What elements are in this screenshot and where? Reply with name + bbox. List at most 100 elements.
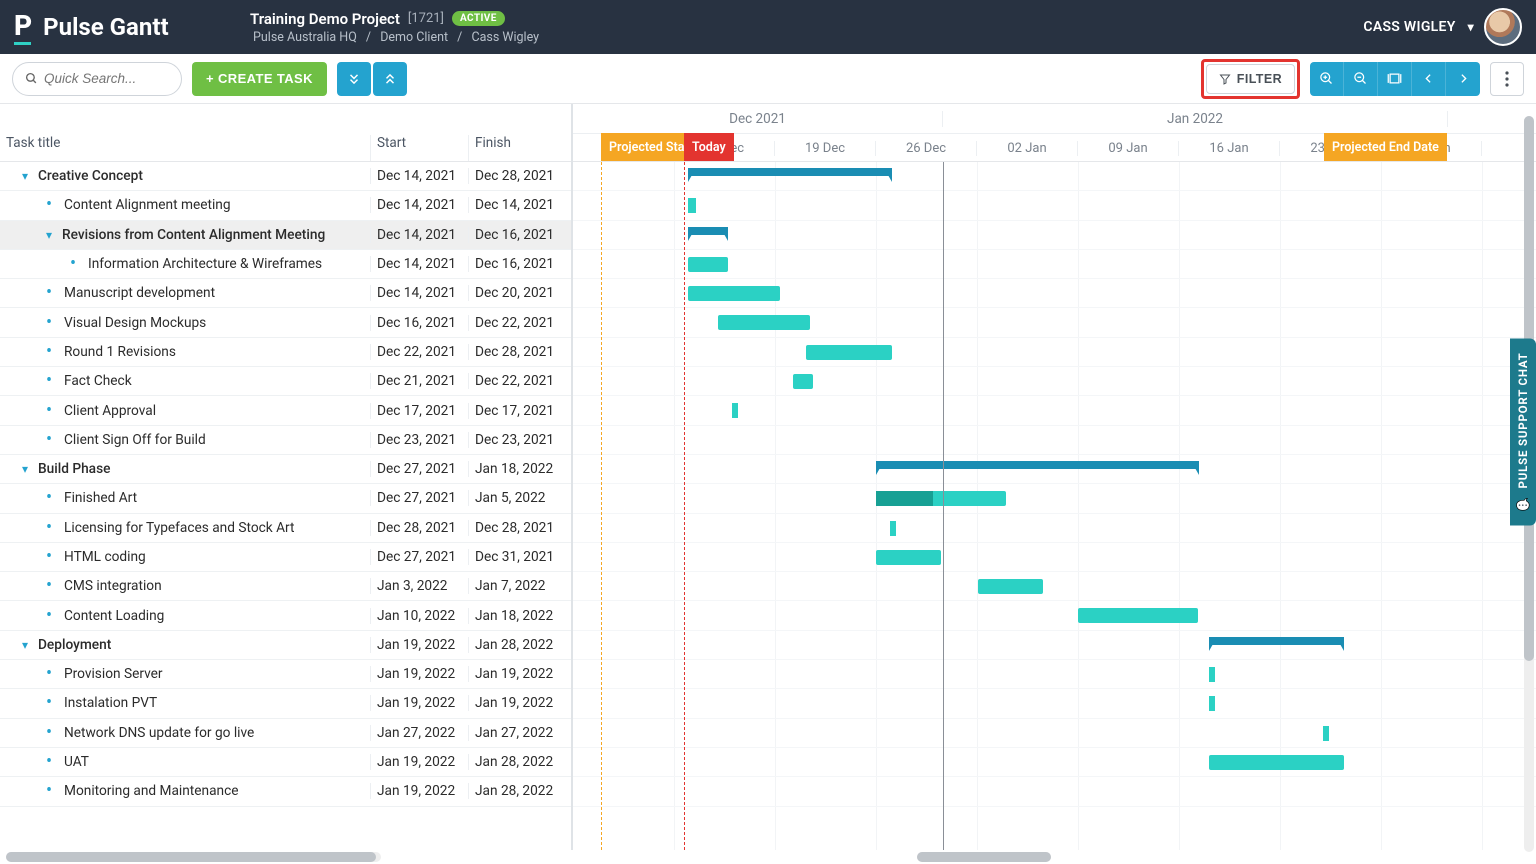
task-row[interactable]: •Licensing for Typefaces and Stock ArtDe… xyxy=(0,514,571,543)
summary-bar[interactable] xyxy=(1209,637,1344,645)
col-start-header[interactable]: Start xyxy=(370,135,468,161)
task-row[interactable]: ▾Build PhaseDec 27, 2021Jan 18, 2022 xyxy=(0,455,571,484)
expand-toggle-icon[interactable]: ▾ xyxy=(18,462,32,476)
task-title[interactable]: Client Sign Off for Build xyxy=(64,432,206,448)
expand-toggle-icon[interactable]: ▾ xyxy=(42,228,56,242)
gantt-row[interactable] xyxy=(573,250,1536,279)
filter-button[interactable]: FILTER xyxy=(1206,64,1295,94)
task-row[interactable]: •Manuscript developmentDec 14, 2021Dec 2… xyxy=(0,279,571,308)
zoom-in-button[interactable] xyxy=(1310,62,1344,96)
task-row[interactable]: •Instalation PVTJan 19, 2022Jan 19, 2022 xyxy=(0,689,571,718)
task-row[interactable]: •UATJan 19, 2022Jan 28, 2022 xyxy=(0,748,571,777)
task-row[interactable]: •Round 1 RevisionsDec 22, 2021Dec 28, 20… xyxy=(0,338,571,367)
task-bar[interactable] xyxy=(688,257,728,272)
task-title[interactable]: Provision Server xyxy=(64,666,163,682)
h-scrollbar-left[interactable] xyxy=(6,852,381,862)
task-row[interactable]: ▾Creative ConceptDec 14, 2021Dec 28, 202… xyxy=(0,162,571,191)
gantt-pane[interactable]: Dec 2021Jan 2022 05 Dec12 Dec19 Dec26 De… xyxy=(573,104,1536,850)
support-chat-tab[interactable]: 💬 PULSE SUPPORT CHAT xyxy=(1510,339,1536,526)
task-bar[interactable] xyxy=(876,491,1006,506)
next-button[interactable] xyxy=(1446,62,1480,96)
task-title[interactable]: Monitoring and Maintenance xyxy=(64,783,239,799)
task-title[interactable]: Visual Design Mockups xyxy=(64,315,206,331)
user-menu[interactable]: CASS WIGLEY ▾ xyxy=(1363,8,1522,46)
task-row[interactable]: •Content Alignment meetingDec 14, 2021De… xyxy=(0,191,571,220)
gantt-row[interactable] xyxy=(573,221,1536,250)
app-logo[interactable]: P Pulse Gantt xyxy=(14,9,234,45)
milestone-marker[interactable] xyxy=(1323,726,1329,741)
task-row[interactable]: •Fact CheckDec 21, 2021Dec 22, 2021 xyxy=(0,367,571,396)
task-rows[interactable]: ▾Creative ConceptDec 14, 2021Dec 28, 202… xyxy=(0,162,571,850)
zoom-out-button[interactable] xyxy=(1344,62,1378,96)
task-title[interactable]: CMS integration xyxy=(64,578,162,594)
task-row[interactable]: ▾DeploymentJan 19, 2022Jan 28, 2022 xyxy=(0,631,571,660)
task-bar[interactable] xyxy=(978,579,1043,594)
milestone-marker[interactable] xyxy=(688,198,696,213)
milestone-marker[interactable] xyxy=(732,403,738,418)
task-title[interactable]: Information Architecture & Wireframes xyxy=(88,256,322,272)
task-title[interactable]: Licensing for Typefaces and Stock Art xyxy=(64,520,295,536)
task-bar[interactable] xyxy=(876,550,941,565)
gantt-row[interactable] xyxy=(573,367,1536,396)
task-title[interactable]: Finished Art xyxy=(64,490,137,506)
collapse-all-button[interactable] xyxy=(373,62,407,96)
task-row[interactable]: •Visual Design MockupsDec 16, 2021Dec 22… xyxy=(0,308,571,337)
expand-all-button[interactable] xyxy=(337,62,371,96)
task-title[interactable]: HTML coding xyxy=(64,549,146,565)
task-title[interactable]: Content Alignment meeting xyxy=(64,197,231,213)
task-title[interactable]: Network DNS update for go live xyxy=(64,725,254,741)
gantt-row[interactable] xyxy=(573,660,1536,689)
breadcrumb-item[interactable]: Pulse Australia HQ xyxy=(253,30,357,45)
expand-toggle-icon[interactable]: ▾ xyxy=(18,638,32,652)
gantt-row[interactable] xyxy=(573,308,1536,337)
task-title[interactable]: Deployment xyxy=(38,637,111,653)
task-title[interactable]: Instalation PVT xyxy=(64,695,157,711)
gantt-row[interactable] xyxy=(573,777,1536,806)
task-row[interactable]: •Content LoadingJan 10, 2022Jan 18, 2022 xyxy=(0,601,571,630)
avatar[interactable] xyxy=(1484,8,1522,46)
prev-button[interactable] xyxy=(1412,62,1446,96)
gantt-row[interactable] xyxy=(573,572,1536,601)
task-bar[interactable] xyxy=(718,315,810,330)
task-row[interactable]: •Finished ArtDec 27, 2021Jan 5, 2022 xyxy=(0,484,571,513)
gantt-body[interactable] xyxy=(573,162,1536,850)
more-menu-button[interactable] xyxy=(1490,62,1524,96)
task-row[interactable]: •Network DNS update for go liveJan 27, 2… xyxy=(0,719,571,748)
task-title[interactable]: Client Approval xyxy=(64,403,156,419)
task-title[interactable]: UAT xyxy=(64,754,89,770)
task-row[interactable]: •Provision ServerJan 19, 2022Jan 19, 202… xyxy=(0,660,571,689)
milestone-marker[interactable] xyxy=(1209,667,1215,682)
gantt-row[interactable] xyxy=(573,543,1536,572)
breadcrumb[interactable]: Pulse Australia HQ / Demo Client / Cass … xyxy=(250,30,542,45)
gantt-row[interactable] xyxy=(573,279,1536,308)
h-scrollbar-right[interactable] xyxy=(917,852,1051,862)
task-row[interactable]: •Client ApprovalDec 17, 2021Dec 17, 2021 xyxy=(0,396,571,425)
search-input[interactable] xyxy=(44,71,169,86)
task-row[interactable]: •CMS integrationJan 3, 2022Jan 7, 2022 xyxy=(0,572,571,601)
gantt-row[interactable] xyxy=(573,426,1536,455)
search-box[interactable] xyxy=(12,62,182,96)
milestone-marker[interactable] xyxy=(890,521,896,536)
task-bar[interactable] xyxy=(793,374,813,389)
summary-bar[interactable] xyxy=(688,227,728,235)
gantt-row[interactable] xyxy=(573,162,1536,191)
gantt-row[interactable] xyxy=(573,396,1536,425)
project-name[interactable]: Training Demo Project xyxy=(250,10,400,28)
task-row[interactable]: •Information Architecture & WireframesDe… xyxy=(0,250,571,279)
zoom-fit-button[interactable] xyxy=(1378,62,1412,96)
milestone-marker[interactable] xyxy=(1209,696,1215,711)
task-title[interactable]: Manuscript development xyxy=(64,285,215,301)
summary-bar[interactable] xyxy=(688,168,892,176)
gantt-row[interactable] xyxy=(573,631,1536,660)
task-title[interactable]: Build Phase xyxy=(38,461,110,477)
gantt-row[interactable] xyxy=(573,338,1536,367)
breadcrumb-item[interactable]: Demo Client xyxy=(380,30,448,45)
gantt-row[interactable] xyxy=(573,191,1536,220)
gantt-row[interactable] xyxy=(573,601,1536,630)
gantt-row[interactable] xyxy=(573,748,1536,777)
breadcrumb-item[interactable]: Cass Wigley xyxy=(471,30,539,45)
task-bar[interactable] xyxy=(1209,755,1344,770)
summary-bar[interactable] xyxy=(876,461,1199,469)
expand-toggle-icon[interactable]: ▾ xyxy=(18,169,32,183)
gantt-row[interactable] xyxy=(573,455,1536,484)
